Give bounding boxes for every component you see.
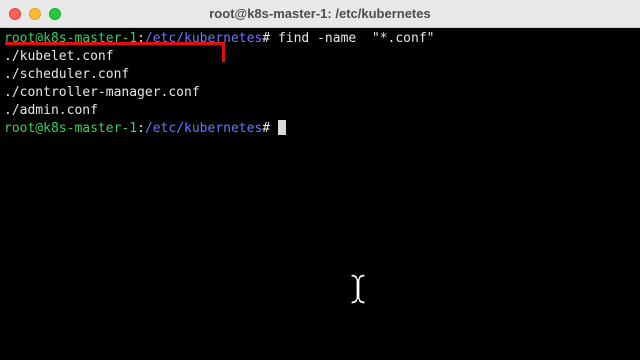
output-line: ./admin.conf (4, 103, 98, 118)
title-bar[interactable]: root@k8s-master-1: /etc/kubernetes (0, 0, 640, 28)
output-line: ./scheduler.conf (4, 67, 130, 82)
terminal-content[interactable]: root@k8s-master-1:/etc/kubernetes# find … (0, 28, 640, 360)
output-line: ./controller-manager.conf (4, 85, 200, 100)
prompt-symbol: # (262, 121, 278, 136)
ibeam-cursor-icon (348, 272, 368, 310)
prompt-symbol: # (262, 31, 278, 46)
window-title: root@k8s-master-1: /etc/kubernetes (209, 6, 431, 21)
text-cursor (277, 120, 286, 135)
prompt-user-host: root@k8s-master-1 (4, 121, 138, 136)
current-prompt-line[interactable]: root@k8s-master-1:/etc/kubernetes# (4, 120, 640, 138)
command-text: find -name "*.conf" (277, 31, 435, 46)
prompt-separator: : (137, 121, 145, 136)
prompt-path: /etc/kubernetes (144, 121, 263, 136)
terminal-window: root@k8s-master-1: /etc/kubernetes root@… (0, 0, 640, 360)
annotation-underline (5, 42, 225, 62)
